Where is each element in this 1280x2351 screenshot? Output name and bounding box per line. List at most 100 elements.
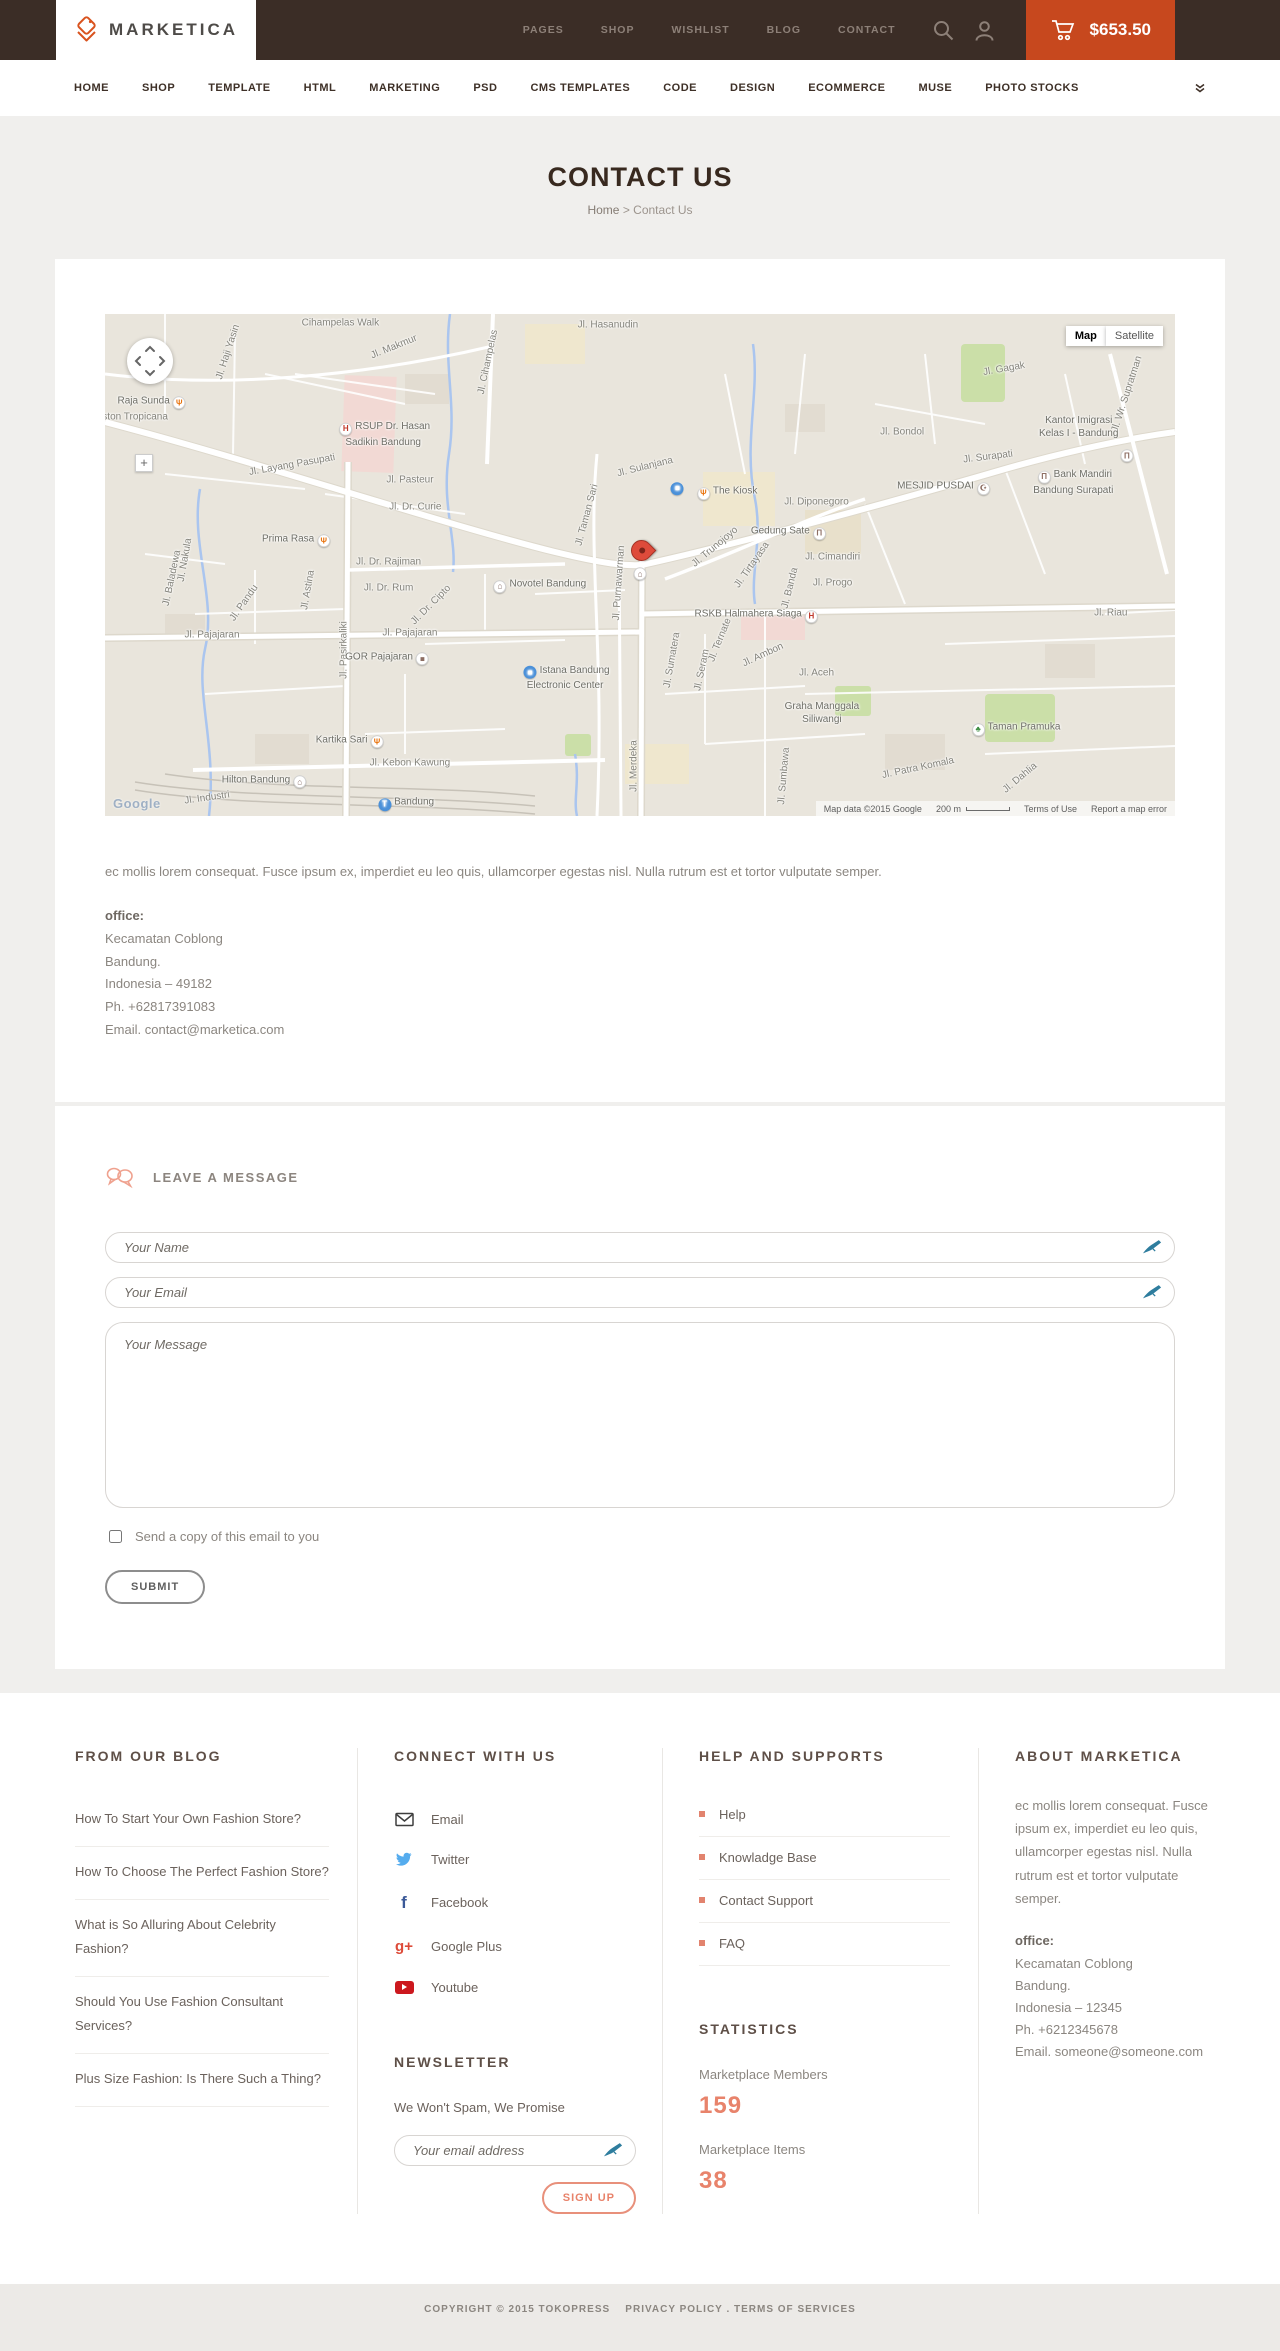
breadcrumb: Home > Contact Us: [0, 203, 1280, 217]
help-link-faq[interactable]: FAQ: [699, 1923, 950, 1966]
pen-icon: [1142, 1239, 1162, 1260]
help-link-help[interactable]: Help: [699, 1794, 950, 1837]
social-label: Google Plus: [431, 1938, 502, 1954]
map-type-map-button[interactable]: Map: [1065, 326, 1106, 346]
office-label: office:: [105, 908, 144, 923]
category-item-home[interactable]: HOME: [74, 82, 109, 94]
report-map-error-link[interactable]: Report a map error: [1091, 804, 1167, 814]
category-item-muse[interactable]: MUSE: [918, 82, 952, 94]
help-link-contact-support[interactable]: Contact Support: [699, 1880, 950, 1923]
breadcrumb-home-link[interactable]: Home: [587, 203, 619, 217]
help-link-knowladge-base[interactable]: Knowladge Base: [699, 1837, 950, 1880]
message-textarea[interactable]: [105, 1321, 1175, 1508]
bottom-bar: COPYRIGHT © 2015 TOKOPRESS PRIVACY POLIC…: [0, 2283, 1280, 2351]
pen-icon: [603, 2142, 623, 2163]
train-map-icon: T: [378, 798, 392, 812]
nav-item-contact[interactable]: CONTACT: [838, 24, 896, 36]
user-account-icon[interactable]: [973, 19, 996, 42]
form-heading: LEAVE A MESSAGE: [153, 1170, 299, 1185]
statistic-label: Marketplace Items: [699, 2141, 806, 2157]
footer: FROM OUR BLOG How To Start Your Own Fash…: [0, 1692, 1280, 2284]
category-item-psd[interactable]: PSD: [473, 82, 497, 94]
statistic-value: 38: [699, 2166, 728, 2194]
map-label: GOR Pajajaran ■: [345, 650, 432, 666]
category-item-html[interactable]: HTML: [304, 82, 337, 94]
google-map[interactable]: Cihampelas Walk Jl. Hasanudin Jl. Haji Yas…: [105, 314, 1175, 816]
social-link-facebook[interactable]: f Facebook: [394, 1881, 634, 1926]
map-label: Raja Sunda Ψ: [118, 394, 189, 410]
office-line: Indonesia – 49182: [105, 976, 212, 992]
office-line: Indonesia – 12345: [1015, 1999, 1122, 2015]
map-label: RSKB Halmahera Siaga H: [695, 607, 821, 623]
about-office-lines: Kecamatan Coblong Bandung. Indonesia – 123…: [1015, 1953, 1210, 2063]
park-map-icon: ♣: [971, 722, 985, 736]
category-item-template[interactable]: TEMPLATE: [208, 82, 270, 94]
map-pan-control[interactable]: [127, 338, 173, 384]
send-copy-checkbox[interactable]: [109, 1529, 122, 1543]
blog-post-link[interactable]: Plus Size Fashion: Is There Such a Thing…: [75, 2054, 329, 2107]
help-label: FAQ: [719, 1935, 746, 1951]
category-item-marketing[interactable]: MARKETING: [369, 82, 440, 94]
terms-of-use-link[interactable]: Terms of Use: [1024, 804, 1077, 814]
category-item-ecommerce[interactable]: ECOMMERCE: [808, 82, 885, 94]
submit-button[interactable]: SUBMIT: [105, 1569, 206, 1604]
social-link-email[interactable]: Email: [394, 1800, 634, 1840]
mosque-map-icon: ☪: [976, 481, 990, 495]
nav-item-pages[interactable]: PAGES: [523, 24, 564, 36]
chevron-down-icon[interactable]: [1194, 83, 1206, 93]
facebook-icon: f: [401, 1892, 407, 1912]
map-label: H RSUP Dr. Hasan Sadikin Bandung: [336, 420, 430, 449]
category-item-code[interactable]: CODE: [663, 82, 697, 94]
newsletter-email-input[interactable]: [394, 2134, 636, 2166]
name-input[interactable]: [105, 1231, 1175, 1263]
terms-of-services-link[interactable]: TERMS OF SERVICES: [734, 2304, 856, 2315]
newsletter-tagline: We Won't Spam, We Promise: [394, 2099, 565, 2115]
category-item-shop[interactable]: SHOP: [142, 82, 175, 94]
blog-post-link[interactable]: How To Start Your Own Fashion Store?: [75, 1794, 329, 1847]
social-link-twitter[interactable]: Twitter: [394, 1840, 634, 1881]
blog-post-link[interactable]: How To Choose The Perfect Fashion Store?: [75, 1847, 329, 1900]
nav-item-blog[interactable]: BLOG: [767, 24, 801, 36]
privacy-policy-link[interactable]: PRIVACY POLICY: [625, 2304, 722, 2315]
email-input[interactable]: [105, 1276, 1175, 1308]
category-item-design[interactable]: DESIGN: [730, 82, 775, 94]
hospital-map-icon: H: [339, 422, 353, 436]
breadcrumb-current: Contact Us: [633, 203, 693, 217]
office-line: Email. someone@someone.com: [1015, 2043, 1204, 2059]
footer-help-column: HELP AND SUPPORTS Help Knowladge Base Cont…: [662, 1747, 978, 2214]
map-label: Gedung Sate Π: [751, 525, 829, 541]
category-item-photo-stocks[interactable]: PHOTO STOCKS: [985, 82, 1079, 94]
cart-button[interactable]: $653.50: [1025, 0, 1175, 60]
museum-map-icon: Π: [812, 527, 826, 541]
blog-list: How To Start Your Own Fashion Store? How …: [75, 1794, 329, 2107]
square-bullet-icon: [699, 1940, 705, 1946]
blog-heading: FROM OUR BLOG: [75, 1747, 222, 1764]
map-label: ■ Istana Bandung Electronic Center: [521, 664, 610, 693]
map-zoom-in-button[interactable]: +: [135, 454, 153, 472]
category-item-cms-templates[interactable]: CMS TEMPLATES: [530, 82, 630, 94]
map-label: Jl. Bondol: [880, 426, 925, 438]
bank-map-icon: Π: [1037, 470, 1051, 484]
map-label: Jl. Cimandiri: [805, 551, 861, 563]
social-link-gplus[interactable]: g+ Google Plus: [394, 1926, 634, 1968]
blog-post-link[interactable]: Should You Use Fashion Consultant Servic…: [75, 1977, 329, 2054]
social-label: Facebook: [431, 1895, 489, 1910]
map-label: ⌂: [631, 565, 650, 581]
nav-item-wishlist[interactable]: WISHLIST: [671, 24, 729, 36]
blog-post-link[interactable]: What is So Alluring About Celebrity Fash…: [75, 1900, 329, 1977]
map-label: Cihampelas Walk: [301, 317, 380, 329]
shop-map-icon: ■: [670, 481, 684, 495]
map-label: Jl. Hasanudin: [577, 319, 639, 331]
statistic-value: 159: [699, 2091, 743, 2119]
logo[interactable]: MARKETICA: [56, 0, 256, 60]
statistic-item: Marketplace Members 159: [699, 2067, 950, 2120]
signup-button[interactable]: SIGN UP: [541, 2181, 636, 2214]
social-link-youtube[interactable]: Youtube: [394, 1968, 634, 2008]
hotel-map-icon: ⌂: [293, 775, 307, 789]
top-header: MARKETICA PAGES SHOP WISHLIST BLOG CONTACT $…: [0, 0, 1280, 60]
map-type-satellite-button[interactable]: Satellite: [1105, 326, 1163, 346]
restaurant-map-icon: Ψ: [696, 486, 710, 500]
nav-item-shop[interactable]: SHOP: [601, 24, 635, 36]
search-icon[interactable]: [932, 19, 955, 42]
map-label: ■: [668, 479, 687, 495]
